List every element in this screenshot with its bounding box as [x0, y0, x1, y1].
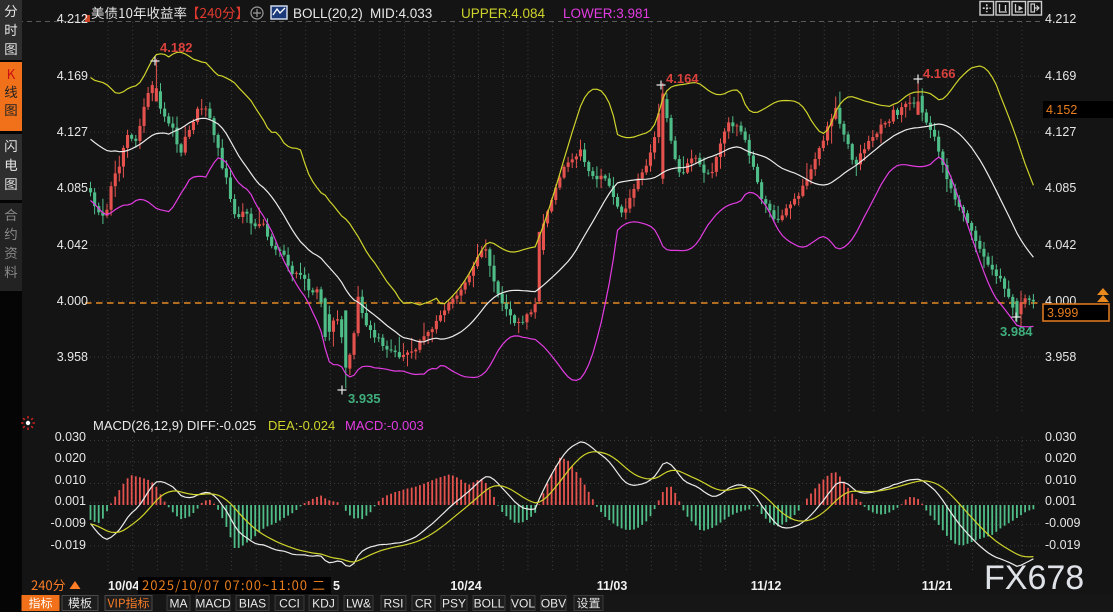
svg-text:4.085: 4.085: [57, 181, 88, 195]
svg-text:-0.019: -0.019: [1045, 538, 1080, 552]
svg-text:FX678: FX678: [984, 559, 1084, 597]
svg-text:MID:4.033: MID:4.033: [370, 6, 432, 21]
svg-text:10/04: 10/04: [108, 579, 139, 593]
svg-text:4.127: 4.127: [1045, 125, 1076, 139]
svg-text:MACD:-0.003: MACD:-0.003: [345, 418, 424, 433]
svg-text:4.042: 4.042: [1045, 238, 1076, 252]
svg-text:11/03: 11/03: [597, 579, 628, 593]
svg-text:MACD(26,12,9) DIFF:-0.025: MACD(26,12,9) DIFF:-0.025: [93, 418, 256, 433]
svg-text:-0.009: -0.009: [51, 516, 86, 530]
svg-text:0.030: 0.030: [55, 430, 86, 444]
svg-text:CR: CR: [415, 597, 433, 611]
svg-text:4.169: 4.169: [57, 69, 88, 83]
svg-text:3.999: 3.999: [1047, 306, 1078, 320]
svg-text:LOWER:3.981: LOWER:3.981: [563, 6, 650, 21]
svg-text:-0.009: -0.009: [1045, 516, 1080, 530]
svg-text:0.010: 0.010: [55, 473, 86, 487]
svg-text:0.001: 0.001: [1045, 494, 1076, 508]
svg-text:OBV: OBV: [541, 597, 566, 611]
svg-text:PSY: PSY: [442, 597, 466, 611]
svg-text:DEA:-0.024: DEA:-0.024: [268, 418, 335, 433]
svg-text:11/21: 11/21: [922, 579, 953, 593]
svg-text:4.152: 4.152: [1046, 103, 1077, 117]
svg-text:0.001: 0.001: [55, 494, 86, 508]
svg-text:5: 5: [333, 579, 340, 593]
svg-text:3.935: 3.935: [348, 391, 381, 406]
svg-text:MACD: MACD: [195, 597, 231, 611]
svg-text:4.042: 4.042: [57, 238, 88, 252]
svg-text:KDJ: KDJ: [312, 597, 335, 611]
svg-text:-0.019: -0.019: [51, 538, 86, 552]
svg-text:3.984: 3.984: [1000, 324, 1033, 339]
svg-text:0.020: 0.020: [1045, 451, 1076, 465]
svg-text:LW&: LW&: [346, 597, 371, 611]
svg-text:0.010: 0.010: [1045, 473, 1076, 487]
svg-text:3.958: 3.958: [57, 350, 88, 364]
svg-text:BOLL: BOLL: [474, 597, 505, 611]
svg-text:4.000: 4.000: [57, 294, 88, 308]
svg-text:CCI: CCI: [279, 597, 300, 611]
svg-text:10/24: 10/24: [450, 579, 481, 593]
svg-text:VOL: VOL: [511, 597, 535, 611]
svg-text:4.127: 4.127: [57, 125, 88, 139]
svg-text:RSI: RSI: [383, 597, 403, 611]
svg-text:4.166: 4.166: [923, 66, 956, 81]
svg-text:4.085: 4.085: [1045, 181, 1076, 195]
svg-text:11/12: 11/12: [751, 579, 782, 593]
svg-text:3.958: 3.958: [1045, 350, 1076, 364]
svg-text:0.020: 0.020: [55, 451, 86, 465]
svg-text:0.030: 0.030: [1045, 430, 1076, 444]
svg-text:BIAS: BIAS: [239, 597, 266, 611]
svg-text:4.182: 4.182: [160, 40, 193, 55]
svg-text:BOLL(20,2): BOLL(20,2): [293, 6, 363, 21]
svg-text:MA: MA: [170, 597, 188, 611]
svg-text:4.212: 4.212: [1045, 12, 1076, 26]
svg-text:UPPER:4.084: UPPER:4.084: [461, 6, 546, 21]
svg-text:4.212: 4.212: [57, 12, 88, 26]
svg-text:4.169: 4.169: [1045, 69, 1076, 83]
svg-text:4.164: 4.164: [666, 71, 699, 86]
